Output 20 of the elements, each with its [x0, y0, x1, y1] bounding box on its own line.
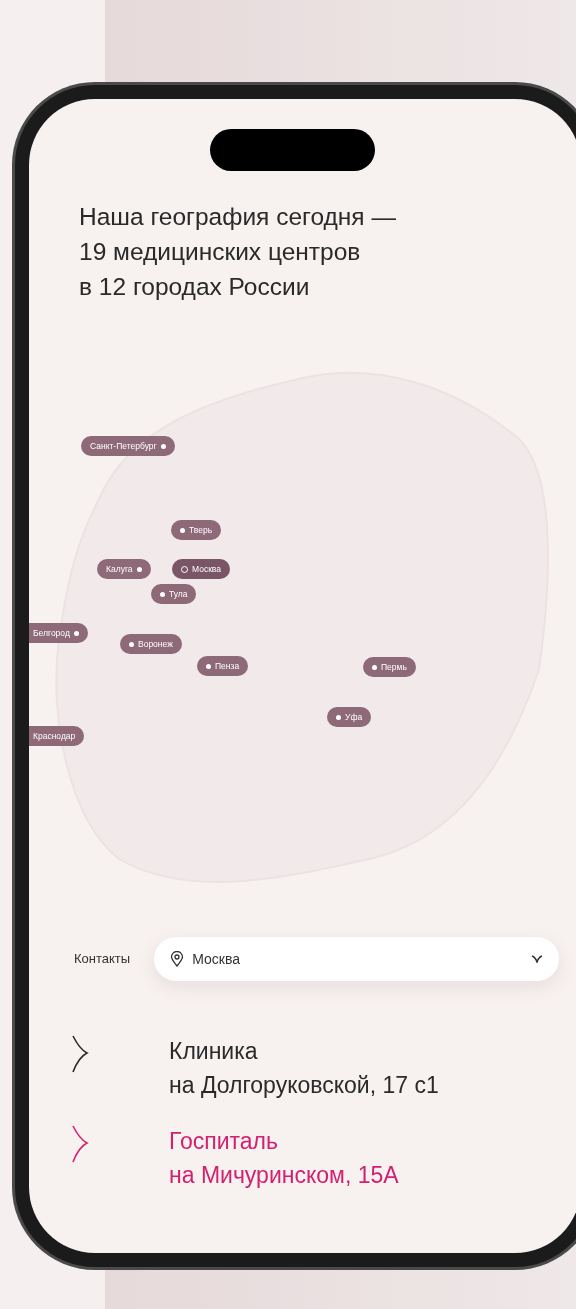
chevron-right-icon — [71, 1034, 89, 1074]
map-pin[interactable]: Калуга — [97, 559, 151, 579]
chevron-down-icon — [531, 955, 543, 963]
clinic-link[interactable]: Клиника на Долгоруковской, 17 с1 — [71, 1034, 439, 1102]
map-pin[interactable]: Уфа — [327, 707, 372, 727]
map-pin[interactable]: Пенза — [197, 656, 249, 676]
map-pin[interactable]: Тула — [151, 584, 197, 604]
map-pin[interactable]: Краснодар — [29, 726, 85, 746]
clinic-link[interactable]: Госпиталь на Мичуринском, 15А — [71, 1124, 439, 1192]
chevron-right-icon — [71, 1124, 89, 1164]
contacts-label: Контакты — [74, 950, 131, 969]
map-pin[interactable]: Белгород — [29, 623, 88, 643]
heading: Наша география сегодня — 19 медицинских центров в 12 городах России — [78, 202, 397, 302]
city-dropdown[interactable]: Москва — [154, 937, 559, 981]
map-pin[interactable]: Москва — [172, 559, 231, 579]
map-pin[interactable]: Тверь — [171, 520, 222, 540]
map-pin[interactable]: Пермь — [363, 657, 416, 677]
map-pin[interactable]: Воронеж — [120, 634, 182, 654]
map-pin[interactable]: Санкт-Петербург — [81, 436, 175, 456]
location-pin-icon — [170, 951, 185, 967]
